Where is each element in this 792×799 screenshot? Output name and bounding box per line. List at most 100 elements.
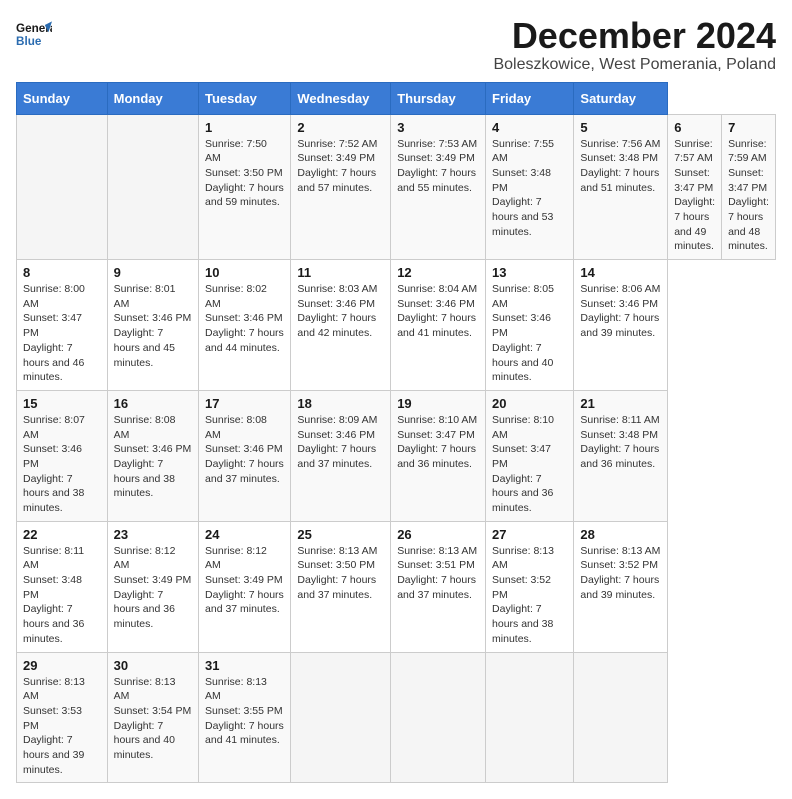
day-cell: 17 Sunrise: 8:08 AMSunset: 3:46 PMDayligh… (199, 390, 291, 521)
day-info: Sunrise: 8:13 AMSunset: 3:52 PMDaylight:… (580, 544, 661, 603)
day-number: 11 (297, 265, 384, 280)
day-of-week-header: Friday (486, 82, 574, 114)
day-number: 10 (205, 265, 284, 280)
day-cell: 9Sunrise: 8:01 AMSunset: 3:46 PMDaylight… (107, 260, 198, 391)
calendar-week-row: 22 Sunrise: 8:11 AMSunset: 3:48 PMDayligh… (17, 521, 776, 652)
day-number: 27 (492, 527, 567, 542)
day-cell: 27 Sunrise: 8:13 AMSunset: 3:52 PMDayligh… (486, 521, 574, 652)
day-info: Sunrise: 8:06 AMSunset: 3:46 PMDaylight:… (580, 282, 661, 341)
day-number: 1 (205, 120, 284, 135)
day-number: 3 (397, 120, 479, 135)
day-info: Sunrise: 8:02 AMSunset: 3:46 PMDaylight:… (205, 282, 284, 355)
day-info: Sunrise: 8:09 AMSunset: 3:46 PMDaylight:… (297, 413, 384, 472)
day-cell: 1 Sunrise: 7:50 AMSunset: 3:50 PMDaylight… (199, 114, 291, 260)
day-cell: 30Sunrise: 8:13 AMSunset: 3:54 PMDayligh… (107, 652, 198, 783)
day-info: Sunrise: 8:10 AMSunset: 3:47 PMDaylight:… (492, 413, 567, 516)
day-number: 21 (580, 396, 661, 411)
day-info: Sunrise: 8:12 AMSunset: 3:49 PMDaylight:… (114, 544, 192, 632)
day-number: 2 (297, 120, 384, 135)
day-number: 22 (23, 527, 101, 542)
empty-day-cell (291, 652, 391, 783)
day-cell: 21 Sunrise: 8:11 AMSunset: 3:48 PMDayligh… (574, 390, 668, 521)
day-cell: 29 Sunrise: 8:13 AMSunset: 3:53 PMDayligh… (17, 652, 108, 783)
day-info: Sunrise: 8:11 AMSunset: 3:48 PMDaylight:… (580, 413, 661, 472)
day-info: Sunrise: 8:13 AMSunset: 3:50 PMDaylight:… (297, 544, 384, 603)
day-info: Sunrise: 8:00 AMSunset: 3:47 PMDaylight:… (23, 282, 101, 385)
day-cell: 14 Sunrise: 8:06 AMSunset: 3:46 PMDayligh… (574, 260, 668, 391)
day-cell: 7Sunrise: 7:59 AMSunset: 3:47 PMDaylight… (722, 114, 776, 260)
day-number: 23 (114, 527, 192, 542)
day-cell: 4Sunrise: 7:55 AMSunset: 3:48 PMDaylight… (486, 114, 574, 260)
day-info: Sunrise: 8:13 AMSunset: 3:53 PMDaylight:… (23, 675, 101, 778)
empty-day-cell (107, 114, 198, 260)
logo: General Blue (16, 16, 52, 52)
day-info: Sunrise: 8:05 AMSunset: 3:46 PMDaylight:… (492, 282, 567, 385)
day-info: Sunrise: 8:13 AMSunset: 3:55 PMDaylight:… (205, 675, 284, 748)
day-cell: 19 Sunrise: 8:10 AMSunset: 3:47 PMDayligh… (391, 390, 486, 521)
day-number: 31 (205, 658, 284, 673)
empty-day-cell (391, 652, 486, 783)
day-info: Sunrise: 8:12 AMSunset: 3:49 PMDaylight:… (205, 544, 284, 617)
day-number: 18 (297, 396, 384, 411)
day-of-week-header: Thursday (391, 82, 486, 114)
day-of-week-header: Wednesday (291, 82, 391, 114)
day-info: Sunrise: 7:57 AMSunset: 3:47 PMDaylight:… (674, 137, 715, 255)
day-cell: 28 Sunrise: 8:13 AMSunset: 3:52 PMDayligh… (574, 521, 668, 652)
day-number: 17 (205, 396, 284, 411)
day-number: 24 (205, 527, 284, 542)
day-info: Sunrise: 8:13 AMSunset: 3:51 PMDaylight:… (397, 544, 479, 603)
day-info: Sunrise: 7:52 AMSunset: 3:49 PMDaylight:… (297, 137, 384, 196)
day-cell: 22 Sunrise: 8:11 AMSunset: 3:48 PMDayligh… (17, 521, 108, 652)
day-number: 9 (114, 265, 192, 280)
day-number: 12 (397, 265, 479, 280)
page-header: General Blue December 2024 Boleszkowice,… (16, 16, 776, 74)
day-cell: 5 Sunrise: 7:56 AMSunset: 3:48 PMDaylight… (574, 114, 668, 260)
day-info: Sunrise: 8:11 AMSunset: 3:48 PMDaylight:… (23, 544, 101, 647)
day-number: 8 (23, 265, 101, 280)
day-cell: 10 Sunrise: 8:02 AMSunset: 3:46 PMDayligh… (199, 260, 291, 391)
day-info: Sunrise: 8:03 AMSunset: 3:46 PMDaylight:… (297, 282, 384, 341)
day-info: Sunrise: 8:08 AMSunset: 3:46 PMDaylight:… (205, 413, 284, 486)
day-cell: 15 Sunrise: 8:07 AMSunset: 3:46 PMDayligh… (17, 390, 108, 521)
day-number: 5 (580, 120, 661, 135)
day-number: 20 (492, 396, 567, 411)
day-number: 15 (23, 396, 101, 411)
day-cell: 8 Sunrise: 8:00 AMSunset: 3:47 PMDaylight… (17, 260, 108, 391)
day-number: 25 (297, 527, 384, 542)
day-info: Sunrise: 7:53 AMSunset: 3:49 PMDaylight:… (397, 137, 479, 196)
day-cell: 13 Sunrise: 8:05 AMSunset: 3:46 PMDayligh… (486, 260, 574, 391)
day-number: 26 (397, 527, 479, 542)
day-cell: 2 Sunrise: 7:52 AMSunset: 3:49 PMDaylight… (291, 114, 391, 260)
day-info: Sunrise: 8:10 AMSunset: 3:47 PMDaylight:… (397, 413, 479, 472)
day-number: 13 (492, 265, 567, 280)
empty-day-cell (486, 652, 574, 783)
day-cell: 31 Sunrise: 8:13 AMSunset: 3:55 PMDayligh… (199, 652, 291, 783)
day-cell: 12Sunrise: 8:04 AMSunset: 3:46 PMDayligh… (391, 260, 486, 391)
day-cell: 20 Sunrise: 8:10 AMSunset: 3:47 PMDayligh… (486, 390, 574, 521)
day-of-week-header: Monday (107, 82, 198, 114)
day-cell: 6Sunrise: 7:57 AMSunset: 3:47 PMDaylight… (668, 114, 722, 260)
day-info: Sunrise: 8:07 AMSunset: 3:46 PMDaylight:… (23, 413, 101, 516)
day-cell: 11 Sunrise: 8:03 AMSunset: 3:46 PMDayligh… (291, 260, 391, 391)
day-of-week-header: Saturday (574, 82, 668, 114)
day-info: Sunrise: 7:50 AMSunset: 3:50 PMDaylight:… (205, 137, 284, 210)
day-number: 29 (23, 658, 101, 673)
day-cell: 23 Sunrise: 8:12 AMSunset: 3:49 PMDayligh… (107, 521, 198, 652)
day-number: 19 (397, 396, 479, 411)
day-info: Sunrise: 8:13 AMSunset: 3:52 PMDaylight:… (492, 544, 567, 647)
day-info: Sunrise: 7:59 AMSunset: 3:47 PMDaylight:… (728, 137, 769, 255)
day-number: 4 (492, 120, 567, 135)
day-number: 30 (114, 658, 192, 673)
day-cell: 24 Sunrise: 8:12 AMSunset: 3:49 PMDayligh… (199, 521, 291, 652)
calendar-week-row: 1 Sunrise: 7:50 AMSunset: 3:50 PMDaylight… (17, 114, 776, 260)
calendar-title: December 2024 (493, 16, 776, 56)
calendar-week-row: 8 Sunrise: 8:00 AMSunset: 3:47 PMDaylight… (17, 260, 776, 391)
day-cell: 3 Sunrise: 7:53 AMSunset: 3:49 PMDaylight… (391, 114, 486, 260)
day-cell: 18 Sunrise: 8:09 AMSunset: 3:46 PMDayligh… (291, 390, 391, 521)
day-number: 28 (580, 527, 661, 542)
day-number: 14 (580, 265, 661, 280)
day-info: Sunrise: 8:08 AMSunset: 3:46 PMDaylight:… (114, 413, 192, 501)
day-number: 16 (114, 396, 192, 411)
empty-day-cell (574, 652, 668, 783)
day-info: Sunrise: 7:56 AMSunset: 3:48 PMDaylight:… (580, 137, 661, 196)
